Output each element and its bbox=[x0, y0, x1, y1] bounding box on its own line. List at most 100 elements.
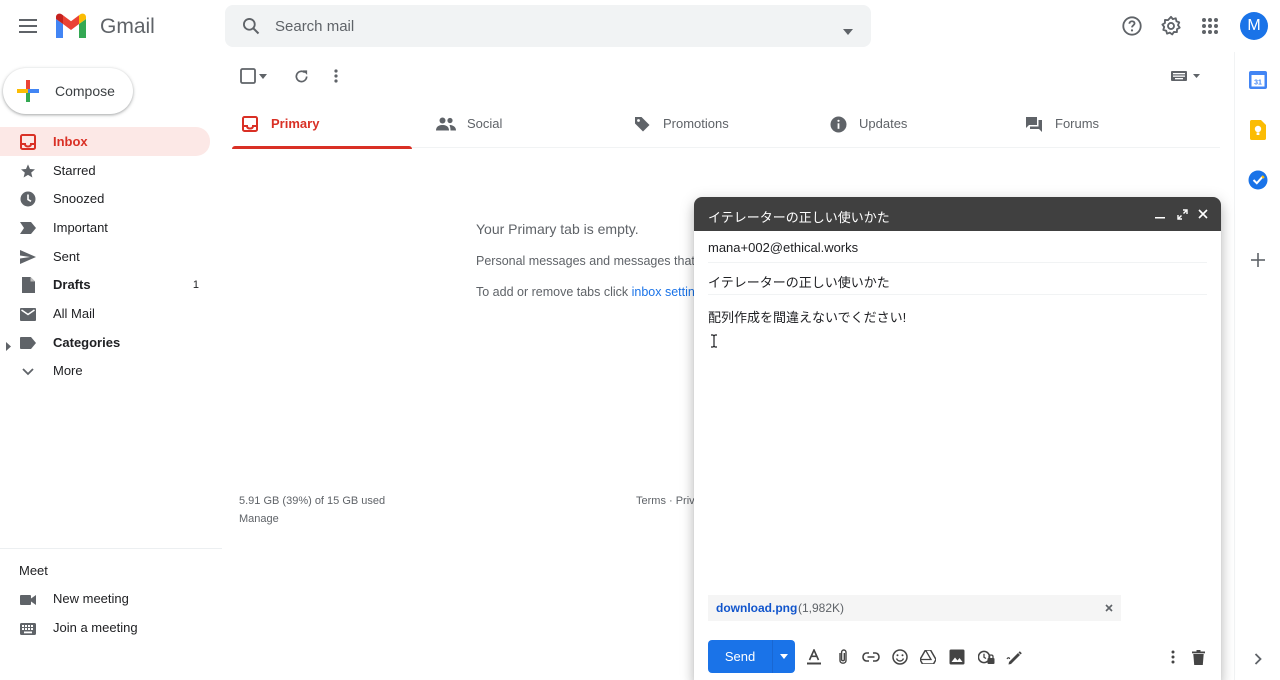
text-cursor-icon bbox=[710, 334, 718, 351]
sidebar-item-snoozed[interactable]: Snoozed bbox=[0, 184, 210, 213]
remove-attachment-icon[interactable] bbox=[1103, 602, 1115, 614]
tasks-icon[interactable] bbox=[1247, 169, 1269, 191]
more-options-icon[interactable] bbox=[326, 66, 346, 86]
discard-draft-trash-icon[interactable] bbox=[1188, 647, 1208, 667]
attach-files-icon[interactable] bbox=[833, 647, 853, 667]
empty-state-tabs-hint: To add or remove tabs click inbox settin bbox=[476, 285, 695, 299]
inbox-tray-icon bbox=[240, 114, 260, 134]
tab-promotions[interactable]: Promotions bbox=[624, 100, 804, 148]
recipients-field[interactable]: mana+002@ethical.works bbox=[708, 231, 1207, 263]
search-bar[interactable] bbox=[225, 5, 871, 47]
mail-icon bbox=[19, 305, 37, 323]
insert-emoji-icon[interactable] bbox=[890, 647, 910, 667]
sidebar-item-label: More bbox=[53, 363, 83, 379]
apps-grid-icon[interactable] bbox=[1197, 13, 1223, 39]
empty-state-description: Personal messages and messages that bbox=[476, 254, 695, 268]
side-panel: 31 bbox=[1234, 52, 1280, 680]
manage-storage-link[interactable]: Manage bbox=[239, 513, 279, 525]
sidebar-item-label: Important bbox=[53, 219, 108, 235]
tab-primary[interactable]: Primary bbox=[232, 100, 412, 149]
search-icon[interactable] bbox=[241, 16, 261, 39]
main-menu-icon[interactable] bbox=[14, 12, 42, 40]
help-icon[interactable] bbox=[1119, 13, 1145, 39]
important-label-icon bbox=[19, 219, 37, 237]
input-tools-keyboard-icon[interactable] bbox=[1168, 66, 1190, 86]
meet-new-meeting[interactable]: New meeting bbox=[0, 584, 210, 612]
attachment-chip[interactable]: download.png (1,982K) bbox=[708, 595, 1121, 621]
sidebar-item-drafts[interactable]: Drafts 1 bbox=[0, 270, 210, 299]
tab-label: Social bbox=[467, 116, 503, 131]
compose-button[interactable]: Compose bbox=[3, 68, 133, 114]
tab-label: Forums bbox=[1055, 116, 1100, 131]
svg-text:31: 31 bbox=[1254, 79, 1262, 86]
message-body[interactable]: 配列作成を間違えないでください! bbox=[708, 307, 906, 326]
refresh-icon[interactable] bbox=[291, 66, 311, 86]
select-options-caret-icon[interactable] bbox=[257, 66, 269, 86]
search-options-caret-icon[interactable] bbox=[843, 22, 853, 38]
sidebar-item-important[interactable]: Important bbox=[0, 213, 210, 242]
insert-photo-icon[interactable] bbox=[947, 647, 967, 667]
sidebar-item-label: Inbox bbox=[53, 133, 88, 149]
insert-link-icon[interactable] bbox=[861, 647, 881, 667]
send-icon bbox=[19, 248, 37, 266]
app-name[interactable]: Gmail bbox=[100, 15, 155, 39]
schedule-send-caret-icon[interactable] bbox=[773, 640, 795, 673]
compose-window-title: イテレーターの正しい使いかた bbox=[708, 210, 890, 225]
tab-updates[interactable]: Updates bbox=[820, 100, 1000, 148]
footer-links[interactable]: Terms · Priv bbox=[636, 495, 695, 507]
confidential-mode-icon[interactable] bbox=[976, 647, 996, 667]
compose-plus-icon bbox=[15, 78, 41, 104]
send-button-group: Send bbox=[708, 640, 795, 673]
compose-window-header[interactable]: イテレーターの正しい使いかた bbox=[694, 197, 1221, 231]
account-avatar[interactable]: M bbox=[1240, 12, 1268, 40]
calendar-icon[interactable]: 31 bbox=[1247, 69, 1269, 91]
subject-field[interactable]: イテレーターの正しい使いかた bbox=[708, 263, 1207, 295]
active-tab-indicator bbox=[232, 146, 412, 149]
settings-gear-icon[interactable] bbox=[1158, 13, 1184, 39]
sidebar-item-inbox[interactable]: Inbox bbox=[0, 127, 210, 156]
select-all-checkbox[interactable] bbox=[238, 66, 258, 86]
compose-label: Compose bbox=[55, 83, 115, 99]
meet-item-label: New meeting bbox=[53, 591, 129, 606]
category-tabs: Primary Social Promotions Updates Forums bbox=[232, 100, 1220, 149]
inbox-settings-link[interactable]: inbox settin bbox=[632, 285, 695, 299]
drafts-count: 1 bbox=[192, 278, 199, 291]
tab-label: Primary bbox=[271, 116, 320, 131]
chevron-down-icon bbox=[19, 363, 37, 381]
tab-label: Updates bbox=[859, 116, 908, 131]
input-tools-caret-icon[interactable] bbox=[1190, 66, 1202, 86]
sidebar-item-label: Sent bbox=[53, 248, 80, 264]
inbox-icon bbox=[19, 133, 37, 151]
send-button[interactable]: Send bbox=[708, 640, 772, 673]
sidebar-item-all-mail[interactable]: All Mail bbox=[0, 299, 210, 328]
gmail-logo-icon[interactable] bbox=[54, 13, 88, 38]
minimize-icon[interactable] bbox=[1153, 207, 1167, 221]
sidebar-item-more[interactable]: More bbox=[0, 357, 210, 386]
insert-signature-icon[interactable] bbox=[1004, 647, 1024, 667]
meet-join-meeting[interactable]: Join a meeting bbox=[0, 613, 210, 641]
recipient-address: mana+002@ethical.works bbox=[708, 240, 859, 255]
chevron-right-icon[interactable] bbox=[1247, 648, 1269, 670]
sidebar-item-categories[interactable]: Categories bbox=[0, 328, 210, 357]
sidebar-item-starred[interactable]: Starred bbox=[0, 156, 210, 185]
add-addon-plus-icon[interactable] bbox=[1247, 249, 1269, 271]
more-compose-options-icon[interactable] bbox=[1163, 647, 1183, 667]
meet-section-title: Meet bbox=[19, 563, 48, 578]
people-icon bbox=[436, 114, 456, 134]
expand-fullscreen-icon[interactable] bbox=[1175, 207, 1189, 221]
close-icon[interactable] bbox=[1196, 207, 1210, 221]
attachment-name[interactable]: download.png bbox=[716, 601, 797, 615]
tab-social[interactable]: Social bbox=[428, 100, 608, 148]
google-drive-icon[interactable] bbox=[918, 647, 938, 667]
keep-notes-icon[interactable] bbox=[1247, 119, 1269, 141]
formatting-options-icon[interactable] bbox=[804, 647, 824, 667]
sidebar-item-sent[interactable]: Sent bbox=[0, 242, 210, 271]
draft-document-icon bbox=[19, 276, 37, 294]
search-input[interactable] bbox=[275, 5, 815, 47]
meet-item-label: Join a meeting bbox=[53, 620, 138, 635]
expand-caret-icon[interactable] bbox=[6, 338, 11, 354]
sidebar-nav: Inbox Starred Snoozed Important Sent Dra… bbox=[0, 127, 210, 385]
forum-chat-icon bbox=[1024, 114, 1044, 134]
category-label-icon bbox=[19, 334, 37, 352]
tab-forums[interactable]: Forums bbox=[1016, 100, 1196, 148]
